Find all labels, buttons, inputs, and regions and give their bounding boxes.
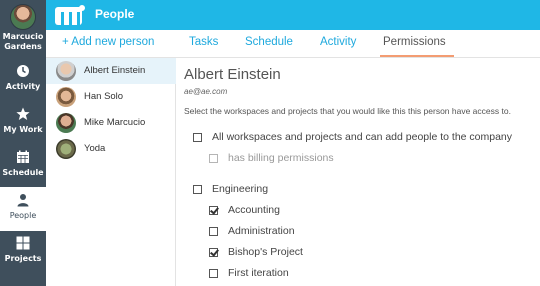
permission-label: Accounting bbox=[228, 204, 280, 216]
list-item-person[interactable]: Albert Einstein bbox=[46, 58, 176, 84]
list-item-person[interactable]: Mike Marcucio bbox=[46, 110, 176, 136]
permission-label: All workspaces and projects and can add … bbox=[212, 131, 513, 143]
permission-label: has billing permissions bbox=[228, 152, 334, 164]
person-name: Yoda bbox=[84, 143, 106, 154]
person-detail-name: Albert Einstein bbox=[184, 66, 281, 83]
sidebar-item-activity[interactable]: Activity bbox=[0, 58, 46, 102]
person-name: Mike Marcucio bbox=[84, 117, 146, 128]
person-name: Albert Einstein bbox=[84, 65, 146, 76]
calendar-icon bbox=[17, 150, 29, 163]
checkbox[interactable] bbox=[209, 269, 218, 278]
people-list: Albert Einstein Han Solo Mike Marcucio Y… bbox=[46, 58, 176, 286]
tab-activity[interactable]: Activity bbox=[320, 36, 356, 48]
sidebar-item-schedule[interactable]: Schedule bbox=[0, 144, 46, 188]
sidebar-item-label: People bbox=[9, 211, 37, 220]
tab-schedule[interactable]: Schedule bbox=[245, 36, 293, 48]
sidebar-item-label: Projects bbox=[4, 254, 42, 263]
app-logo[interactable] bbox=[54, 4, 86, 26]
sidebar-item-projects[interactable]: Projects bbox=[0, 230, 46, 274]
person-detail: Albert Einstein ae@ae.com Select the wor… bbox=[176, 58, 540, 286]
active-tab-indicator bbox=[380, 55, 454, 57]
sidebar-item-my-work[interactable]: My Work bbox=[0, 101, 46, 145]
permission-label: Engineering bbox=[212, 183, 269, 195]
grid-icon bbox=[16, 236, 30, 250]
permission-label: First iteration bbox=[228, 267, 289, 279]
checkbox[interactable] bbox=[209, 154, 218, 163]
page-title: People bbox=[95, 7, 135, 21]
user-profile[interactable]: Marcucio Gardens bbox=[0, 0, 46, 58]
list-item-person[interactable]: Yoda bbox=[46, 136, 176, 162]
tab-bar: + Add new person Tasks Schedule Activity… bbox=[46, 30, 540, 58]
avatar bbox=[56, 61, 76, 81]
avatar bbox=[56, 139, 76, 159]
checkbox[interactable] bbox=[193, 185, 202, 194]
add-new-person-link[interactable]: + Add new person bbox=[62, 36, 154, 48]
person-name: Han Solo bbox=[84, 91, 124, 102]
sidebar-item-label: My Work bbox=[3, 125, 43, 134]
person-icon bbox=[17, 194, 29, 207]
sidebar-item-people[interactable]: People bbox=[0, 187, 46, 231]
permission-label: Administration bbox=[228, 225, 295, 237]
person-email: ae@ae.com bbox=[184, 87, 228, 96]
checkbox[interactable] bbox=[209, 248, 218, 257]
permission-label: Bishop's Project bbox=[228, 246, 303, 258]
avatar bbox=[56, 113, 76, 133]
checkbox[interactable] bbox=[193, 133, 202, 142]
permissions-description: Select the workspaces and projects that … bbox=[184, 106, 511, 116]
avatar bbox=[56, 87, 76, 107]
checkbox[interactable] bbox=[209, 206, 218, 215]
list-item-person[interactable]: Han Solo bbox=[46, 84, 176, 110]
sidebar-item-label: Activity bbox=[5, 82, 41, 91]
star-icon bbox=[16, 107, 30, 120]
avatar[interactable] bbox=[10, 4, 36, 30]
activity-icon bbox=[17, 65, 29, 77]
tab-tasks[interactable]: Tasks bbox=[189, 36, 218, 48]
tab-permissions[interactable]: Permissions bbox=[383, 36, 446, 48]
sidebar-item-label: Schedule bbox=[2, 168, 44, 177]
top-bar: People bbox=[46, 0, 540, 30]
sidebar: Marcucio Gardens Activity My Work Schedu… bbox=[0, 0, 46, 286]
user-name: Marcucio Gardens bbox=[2, 32, 44, 51]
checkbox[interactable] bbox=[209, 227, 218, 236]
